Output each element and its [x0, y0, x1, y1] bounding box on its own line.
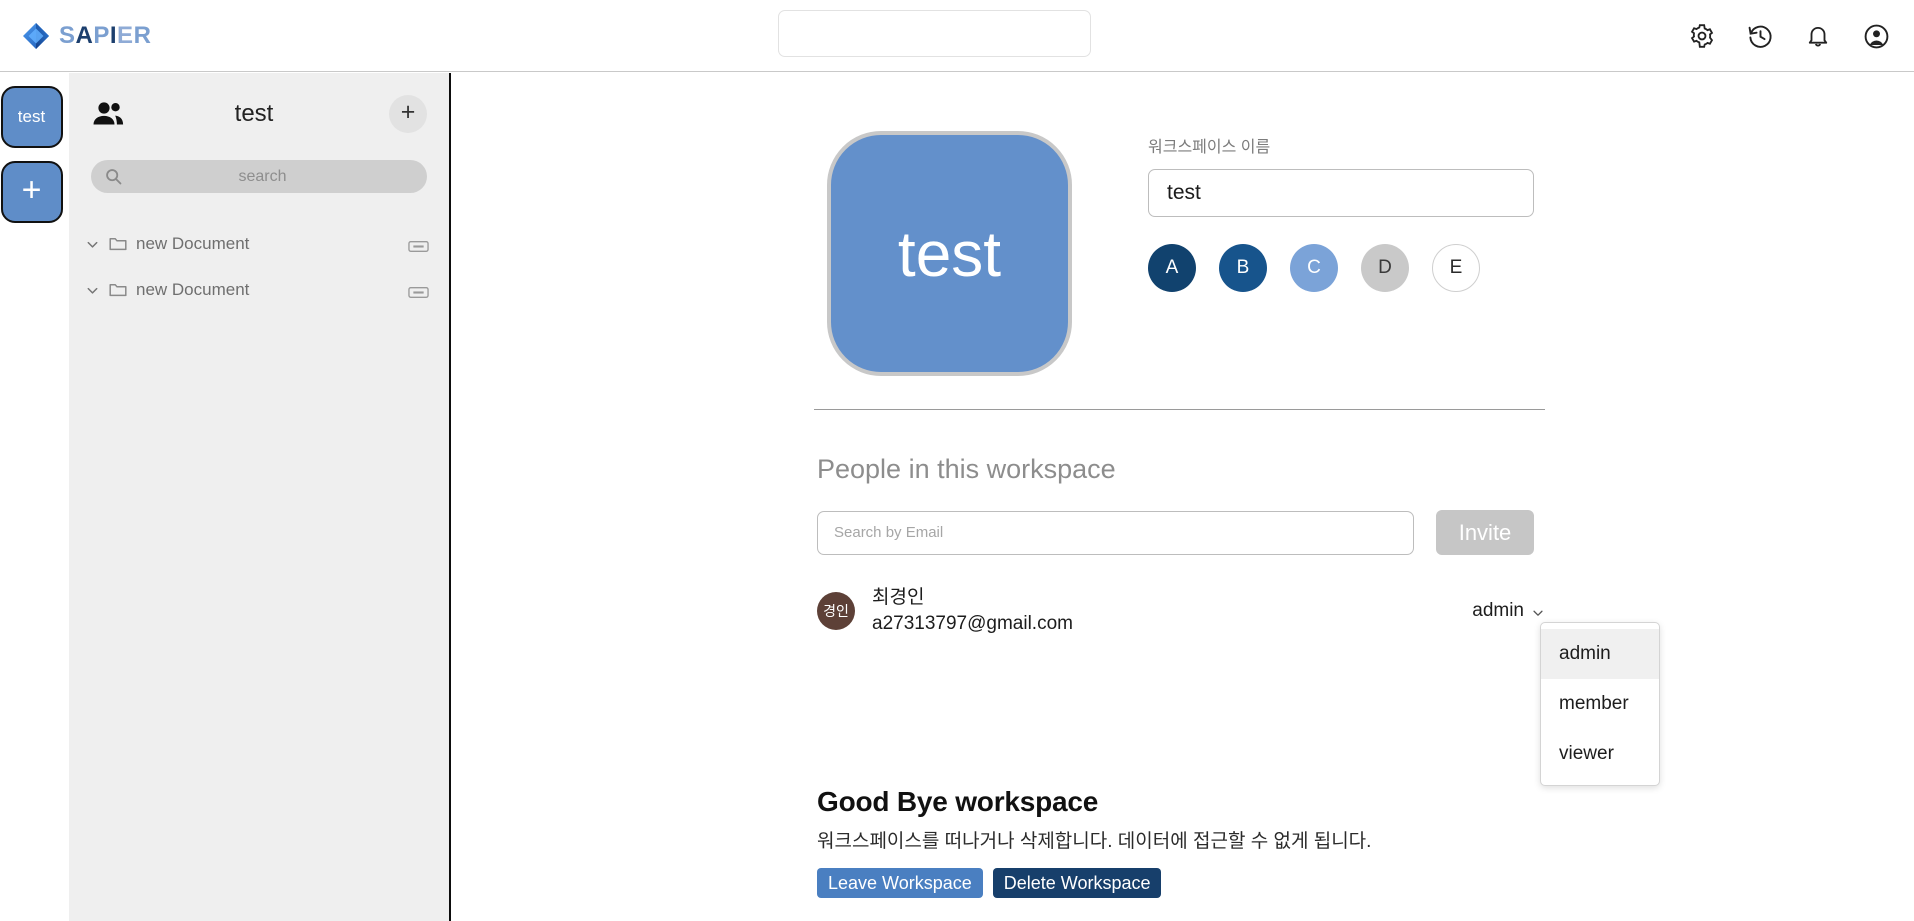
member-role-value: admin [1472, 599, 1524, 621]
invite-row: Invite [817, 510, 1534, 555]
sidebar-search-placeholder: search [238, 167, 287, 185]
invite-button[interactable]: Invite [1436, 510, 1534, 555]
goodbye-description: 워크스페이스를 떠나거나 삭제합니다. 데이터에 접근할 수 없게 됩니다. [817, 831, 1372, 852]
workspace-avatar-label: test [897, 217, 1002, 290]
rail-workspace-label: test [17, 107, 46, 126]
email-search-input[interactable] [817, 510, 1414, 555]
account-circle-icon[interactable] [1862, 22, 1890, 50]
workspace-settings-panel: test 워크스페이스 이름 A B C D E People in this … [451, 73, 1914, 921]
color-swatch-e[interactable]: E [1432, 244, 1480, 292]
avatar: 경인 [817, 591, 855, 630]
color-swatch-a[interactable]: A [1148, 244, 1196, 292]
member-name: 최경인 [872, 587, 925, 608]
role-dropdown-menu: admin member viewer [1540, 622, 1660, 786]
top-bar: SAPIER [0, 0, 1914, 72]
list-item[interactable]: new Document [69, 267, 449, 313]
document-menu-icon[interactable] [408, 284, 429, 298]
chevron-down-icon[interactable] [85, 283, 100, 298]
list-item-label: new Document [136, 234, 250, 253]
plus-icon: + [400, 98, 416, 126]
folder-icon [109, 282, 127, 298]
history-icon[interactable] [1746, 22, 1774, 50]
sidebar-header: test + [69, 73, 449, 155]
role-option-member[interactable]: member [1541, 679, 1659, 729]
swatch-label: B [1236, 257, 1250, 278]
role-option-admin[interactable]: admin [1541, 629, 1659, 679]
swatch-label: C [1307, 257, 1321, 278]
avatar-initials: 경인 [823, 602, 849, 619]
member-role-dropdown[interactable]: admin [1472, 600, 1545, 622]
swatch-label: D [1378, 257, 1392, 278]
member-info: 최경인 a27313797@gmail.com [872, 585, 1073, 636]
goodbye-buttons: Leave Workspace Delete Workspace [817, 868, 1371, 898]
leave-workspace-button[interactable]: Leave Workspace [817, 868, 983, 898]
brand-name: SAPIER [59, 21, 152, 49]
swatch-label: E [1449, 257, 1463, 278]
workspace-name-form: 워크스페이스 이름 A B C D E [1148, 133, 1548, 292]
document-sidebar: test + search new Document new Document [69, 73, 451, 921]
list-item[interactable]: new Document [69, 221, 449, 267]
list-item-label: new Document [136, 280, 250, 299]
brand-logo[interactable]: SAPIER [22, 22, 151, 50]
color-swatch-d[interactable]: D [1361, 244, 1409, 292]
role-option-viewer[interactable]: viewer [1541, 729, 1659, 779]
rail-workspace-test[interactable]: test [0, 86, 63, 148]
member-row: 경인 최경인 a27313797@gmail.com admin [817, 585, 1545, 636]
goodbye-title: Good Bye workspace [817, 786, 1099, 817]
header-search-input[interactable] [778, 10, 1091, 57]
color-swatch-b[interactable]: B [1219, 244, 1267, 292]
color-swatch-c[interactable]: C [1290, 244, 1338, 292]
chevron-down-icon [1531, 604, 1545, 618]
document-menu-icon[interactable] [408, 238, 429, 252]
plus-icon: + [21, 170, 42, 209]
color-swatch-group: A B C D E [1148, 244, 1548, 292]
goodbye-section: Good Bye workspace 워크스페이스를 떠나거나 삭제합니다. 데… [817, 786, 1371, 898]
delete-workspace-button[interactable]: Delete Workspace [992, 868, 1162, 898]
bell-icon[interactable] [1804, 22, 1832, 50]
workspace-rail: test + [0, 73, 69, 921]
workspace-name-label: 워크스페이스 이름 [1148, 139, 1271, 156]
gear-icon[interactable] [1688, 22, 1716, 50]
chevron-down-icon[interactable] [85, 237, 100, 252]
document-list: new Document new Document [69, 221, 449, 313]
rail-add-workspace-button[interactable]: + [0, 161, 63, 223]
sidebar-search-input[interactable]: search [91, 160, 427, 193]
sidebar-add-button[interactable]: + [389, 95, 427, 133]
swatch-label: A [1165, 257, 1179, 278]
folder-icon [109, 236, 127, 252]
diamond-logo-icon [22, 22, 50, 50]
top-bar-icons [1688, 0, 1890, 72]
sidebar-title: test [234, 100, 274, 127]
member-email: a27313797@gmail.com [872, 612, 1073, 634]
section-divider [814, 409, 1545, 410]
workspace-avatar[interactable]: test [827, 131, 1072, 376]
people-section-title: People in this workspace [817, 454, 1116, 484]
workspace-name-input[interactable] [1148, 169, 1534, 217]
app-root: SAPIER test + test + search new Document… [0, 0, 1914, 921]
